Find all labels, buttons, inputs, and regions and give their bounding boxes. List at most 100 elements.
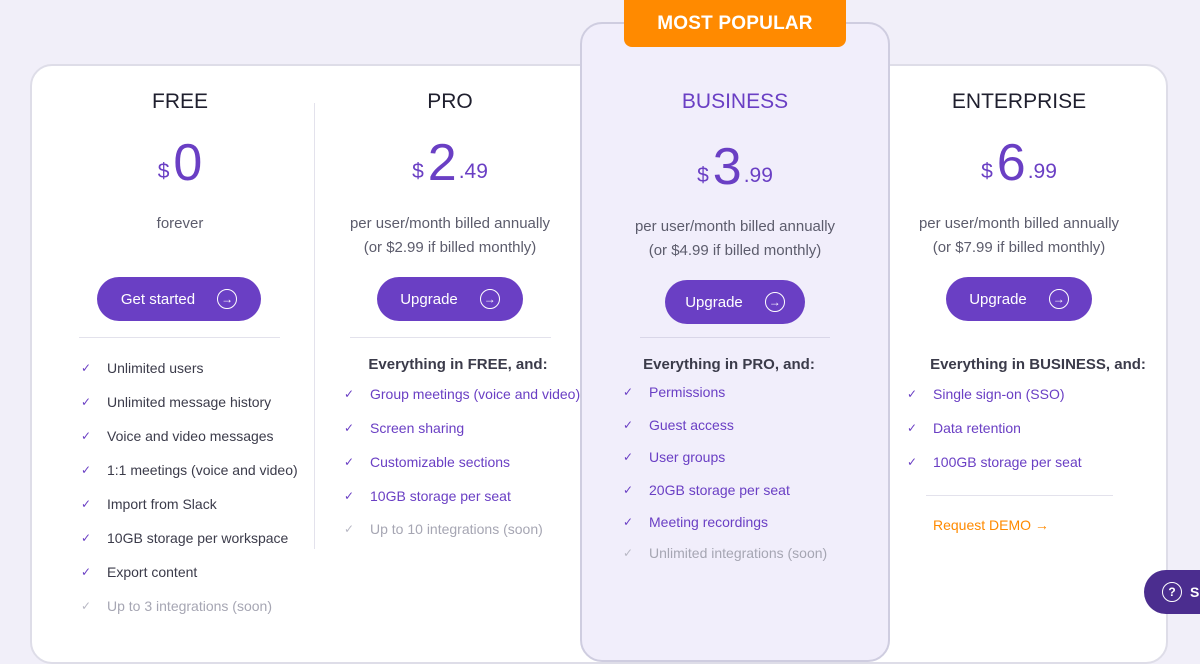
arrow-right-circle-icon: → [764, 292, 785, 312]
feature-label: Screen sharing [370, 420, 465, 436]
feature-item: ✓ Meeting recordings [623, 514, 768, 530]
feature-item: ✓ Voice and video messages [81, 428, 274, 444]
billing-line-1: forever [156, 215, 204, 232]
get-started-button[interactable]: Get started → [97, 277, 261, 321]
divider-business [640, 337, 830, 338]
feature-item: ✓ Export content [81, 564, 197, 580]
button-label: Get started [120, 290, 196, 308]
feature-label: User groups [649, 449, 726, 465]
plan-name-enterprise: ENTERPRISE [951, 90, 1087, 113]
feature-item: ✓ 10GB storage per seat [344, 488, 511, 504]
price-decimal: .99 [743, 164, 773, 187]
price-decimal: .99 [1027, 160, 1057, 183]
check-icon: ✓ [81, 497, 92, 511]
upgrade-enterprise-button[interactable]: Upgrade → [946, 277, 1092, 321]
divider-pro [350, 337, 551, 338]
feature-label: Unlimited users [107, 360, 204, 376]
feature-item: ✓ Single sign-on (SSO) [907, 386, 1065, 402]
price-business: $ 3 .99 [697, 141, 773, 193]
feature-label: Meeting recordings [649, 514, 769, 530]
check-icon: ✓ [344, 489, 355, 503]
arrow-right-circle-icon: → [479, 289, 500, 309]
button-label: Upgrade [969, 290, 1027, 308]
check-icon: ✓ [623, 546, 634, 560]
plan-name-pro: PRO [427, 90, 473, 113]
feature-item-soon: ✓ Up to 10 integrations (soon) [344, 521, 543, 537]
feature-item: ✓ Data retention [907, 420, 1021, 436]
feature-item: ✓ Unlimited message history [81, 394, 271, 410]
price-free: $ 0 [158, 137, 203, 189]
button-label: Upgrade [400, 290, 458, 308]
currency-symbol: $ [981, 160, 993, 183]
arrow-right-circle-icon: → [1048, 289, 1069, 309]
feature-item: ✓ Guest access [623, 417, 734, 433]
most-popular-badge: MOST POPULAR [624, 0, 846, 47]
check-icon: ✓ [81, 463, 92, 477]
check-icon: ✓ [623, 385, 634, 399]
feature-label: Export content [107, 564, 198, 580]
billing-text-enterprise: per user/month billed annually (or $7.99… [919, 212, 1119, 260]
feature-item: ✓ Unlimited users [81, 360, 203, 376]
feature-label: Unlimited message history [107, 394, 272, 410]
billing-line-1: per user/month billed annually [918, 215, 1120, 232]
feature-item-soon: ✓ Unlimited integrations (soon) [623, 545, 827, 561]
feature-label: Group meetings (voice and video) [370, 386, 581, 402]
billing-line-1: per user/month billed annually [634, 218, 836, 235]
check-icon: ✓ [344, 522, 355, 536]
check-icon: ✓ [907, 387, 918, 401]
feature-item: ✓ Group meetings (voice and video) [344, 386, 580, 402]
price-enterprise: $ 6 .99 [981, 137, 1057, 189]
check-icon: ✓ [344, 421, 355, 435]
check-icon: ✓ [81, 395, 92, 409]
price-integer: 0 [173, 134, 203, 192]
check-icon: ✓ [907, 421, 918, 435]
price-integer: 6 [996, 134, 1026, 192]
upgrade-pro-button[interactable]: Upgrade → [377, 277, 523, 321]
billing-text-pro: per user/month billed annually (or $2.99… [350, 212, 550, 260]
check-icon: ✓ [623, 483, 634, 497]
currency-symbol: $ [157, 160, 170, 183]
check-icon: ✓ [81, 429, 92, 443]
plan-name-free: FREE [151, 90, 209, 113]
billing-line-1: per user/month billed annually [349, 215, 551, 232]
check-icon: ✓ [81, 599, 92, 613]
everything-in-heading: Everything in PRO, and: [643, 356, 815, 373]
request-demo-link[interactable]: Request DEMO → [933, 517, 1049, 533]
feature-label: Up to 3 integrations (soon) [107, 598, 272, 614]
feature-item: ✓ 10GB storage per workspace [81, 530, 288, 546]
check-icon: ✓ [344, 455, 355, 469]
upgrade-business-button[interactable]: Upgrade → [665, 280, 805, 324]
billing-line-2: (or $4.99 if billed monthly) [648, 242, 822, 259]
billing-text-free: forever [157, 212, 204, 236]
feature-item: ✓ Permissions [623, 384, 725, 400]
button-label: Upgrade [685, 293, 743, 311]
feature-label: 10GB storage per seat [370, 488, 511, 504]
check-icon: ✓ [81, 531, 92, 545]
help-label: S [1190, 584, 1200, 600]
check-icon: ✓ [81, 565, 92, 579]
price-integer: 3 [712, 138, 742, 196]
price-pro: $ 2 .49 [412, 137, 488, 189]
column-divider [314, 103, 315, 549]
feature-label: 1:1 meetings (voice and video) [107, 462, 298, 478]
check-icon: ✓ [344, 387, 355, 401]
billing-text-business: per user/month billed annually (or $4.99… [635, 215, 835, 263]
check-icon: ✓ [623, 450, 634, 464]
billing-line-2: (or $7.99 if billed monthly) [932, 239, 1106, 256]
question-circle-icon: ? [1162, 582, 1182, 602]
business-plan-card-highlight [580, 22, 890, 662]
feature-label: Voice and video messages [107, 428, 274, 444]
feature-item: ✓ 100GB storage per seat [907, 454, 1082, 470]
currency-symbol: $ [412, 160, 424, 183]
feature-item: ✓ User groups [623, 449, 725, 465]
feature-label: Import from Slack [107, 496, 217, 512]
help-chat-button[interactable]: ? S [1144, 570, 1200, 614]
feature-label: Guest access [649, 417, 734, 433]
feature-label: Up to 10 integrations (soon) [370, 521, 543, 537]
feature-item: ✓ Screen sharing [344, 420, 464, 436]
feature-item: ✓ Customizable sections [344, 454, 510, 470]
check-icon: ✓ [907, 455, 918, 469]
feature-item: ✓ 1:1 meetings (voice and video) [81, 462, 298, 478]
feature-label: Single sign-on (SSO) [933, 386, 1065, 402]
divider-enterprise [926, 495, 1113, 496]
